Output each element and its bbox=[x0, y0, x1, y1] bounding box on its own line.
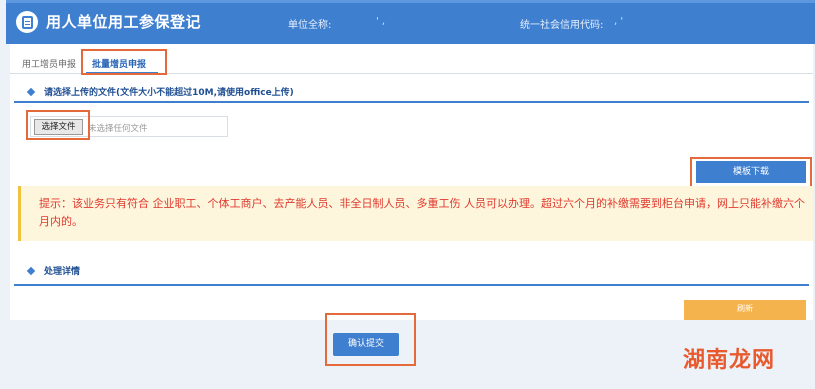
download-highlight-box bbox=[690, 157, 812, 189]
site-watermark: 湖南龙网 bbox=[683, 347, 776, 373]
details-section-title: 处理详情 bbox=[44, 267, 81, 277]
notice-box: 提示：该业务只有符合 企业职工、个体工商户、去产能人员、非全日制人员、多重工伤 … bbox=[18, 186, 813, 241]
upload-section-title: 请选择上传的文件(文件大小不能超过10M,请使用office上传) bbox=[44, 88, 294, 98]
submit-highlight-box bbox=[325, 313, 416, 366]
document-icon bbox=[16, 11, 38, 33]
no-file-text: 未选择任何文件 bbox=[88, 124, 148, 134]
section-divider bbox=[14, 284, 809, 286]
section-divider bbox=[14, 101, 809, 103]
header-stripe bbox=[6, 0, 815, 3]
section-diamond-icon bbox=[26, 87, 36, 97]
refresh-button[interactable]: 刷新 bbox=[684, 300, 806, 320]
notice-text: 提示：该业务只有符合 企业职工、个体工商户、去产能人员、非全日制人员、多重工伤 … bbox=[39, 197, 805, 228]
unit-name-value: ' , bbox=[376, 16, 386, 27]
app-header: 用人单位用工参保登记 单位全称: ' , 统一社会信用代码: , ' bbox=[6, 0, 815, 44]
tab-employment-add[interactable]: 用工增员申报 bbox=[22, 57, 76, 70]
main-panel: 用工增员申报 批量增员申报 请选择上传的文件(文件大小不能超过10M,请使用of… bbox=[10, 44, 813, 320]
file-highlight-box bbox=[26, 110, 90, 140]
credit-code-label: 统一社会信用代码: bbox=[520, 20, 604, 31]
page-title: 用人单位用工参保登记 bbox=[46, 13, 202, 31]
section-diamond-icon bbox=[26, 266, 36, 276]
unit-name-label: 单位全称: bbox=[288, 20, 332, 31]
credit-code-value: , ' bbox=[614, 16, 624, 27]
tab-highlight-box bbox=[81, 49, 167, 75]
